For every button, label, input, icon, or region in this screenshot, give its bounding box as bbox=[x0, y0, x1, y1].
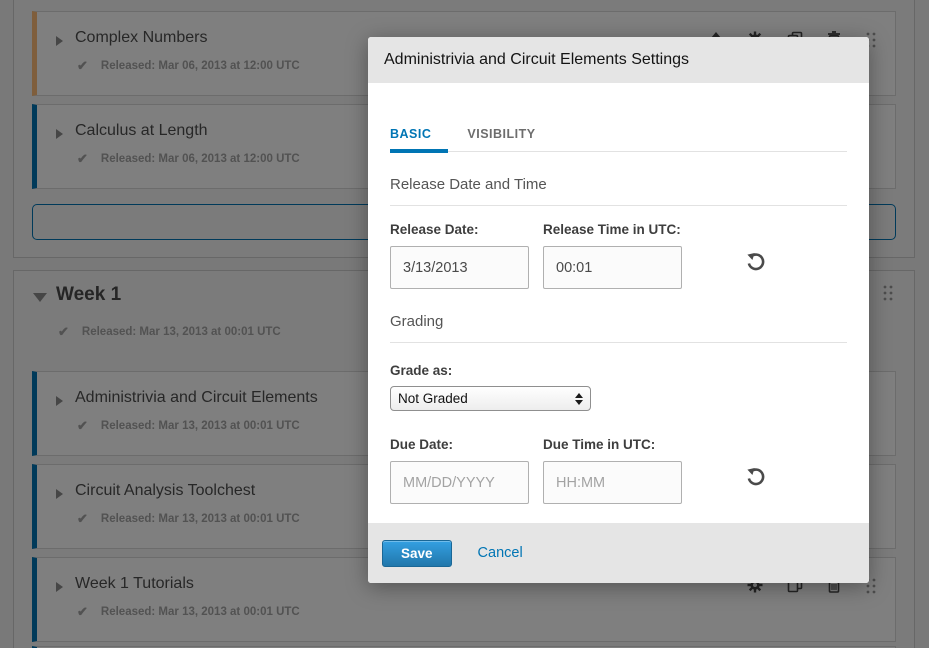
due-time-input[interactable] bbox=[543, 461, 682, 504]
release-time-input[interactable] bbox=[543, 246, 682, 289]
release-date-label: Release Date: bbox=[390, 222, 529, 237]
grade-select-value: Not Graded bbox=[398, 391, 468, 406]
grade-as-label: Grade as: bbox=[390, 363, 847, 378]
settings-modal: Administrivia and Circuit Elements Setti… bbox=[368, 37, 869, 583]
grading-section-heading: Grading bbox=[390, 313, 847, 343]
due-date-input[interactable] bbox=[390, 461, 529, 504]
cancel-button[interactable]: Cancel bbox=[478, 545, 523, 561]
release-time-label: Release Time in UTC: bbox=[543, 222, 682, 237]
reset-due-icon[interactable] bbox=[746, 467, 766, 492]
save-button[interactable]: Save bbox=[382, 540, 452, 567]
tab-visibility[interactable]: VISIBILITY bbox=[467, 127, 535, 151]
due-time-field: Due Time in UTC: bbox=[543, 437, 682, 504]
modal-title: Administrivia and Circuit Elements Setti… bbox=[384, 51, 689, 69]
release-time-field: Release Time in UTC: bbox=[543, 222, 682, 289]
due-date-field: Due Date: bbox=[390, 437, 529, 504]
reset-release-icon[interactable] bbox=[746, 252, 766, 277]
release-section-heading: Release Date and Time bbox=[390, 176, 847, 206]
modal-body: BASIC VISIBILITY Release Date and Time R… bbox=[368, 83, 869, 523]
modal-footer: Save Cancel bbox=[368, 523, 869, 583]
tab-basic[interactable]: BASIC bbox=[390, 127, 431, 151]
release-date-field: Release Date: bbox=[390, 222, 529, 289]
grade-select[interactable]: Not Graded bbox=[390, 386, 591, 411]
due-fields-row: Due Date: Due Time in UTC: bbox=[390, 437, 847, 504]
select-arrows-icon bbox=[575, 393, 583, 405]
release-date-input[interactable] bbox=[390, 246, 529, 289]
modal-header: Administrivia and Circuit Elements Setti… bbox=[368, 37, 869, 83]
modal-tabs: BASIC VISIBILITY bbox=[390, 127, 847, 152]
due-date-label: Due Date: bbox=[390, 437, 529, 452]
due-time-label: Due Time in UTC: bbox=[543, 437, 682, 452]
release-fields-row: Release Date: Release Time in UTC: bbox=[390, 222, 847, 289]
